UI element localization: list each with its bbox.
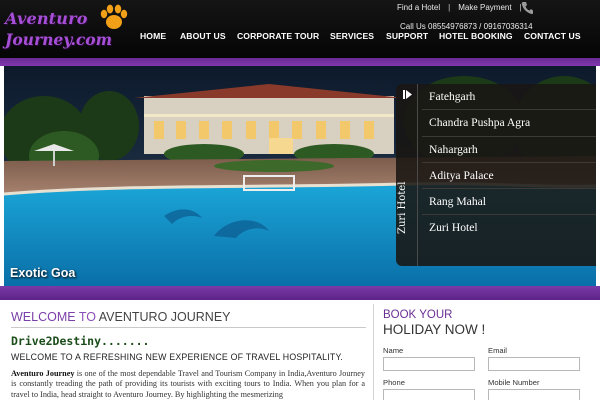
nav-corporate-tour[interactable]: CORPORATE TOUR bbox=[237, 31, 319, 41]
column-divider bbox=[373, 304, 374, 400]
top-links: Find a Hotel | Make Payment | bbox=[397, 3, 530, 15]
logo-text-line2: Journey.com bbox=[5, 30, 113, 49]
nav-about-us[interactable]: ABOUT US bbox=[180, 31, 226, 41]
nav-services[interactable]: SERVICES bbox=[330, 31, 374, 41]
name-label: Name bbox=[383, 346, 404, 355]
email-input[interactable] bbox=[488, 357, 580, 371]
site-header: Aventuro Journey.com Find a Hotel | Make P… bbox=[0, 0, 600, 58]
nav-hotel-booking[interactable]: HOTEL BOOKING bbox=[439, 31, 513, 41]
site-logo[interactable]: Aventuro Journey.com bbox=[5, 3, 130, 55]
header-accent-band bbox=[0, 58, 600, 66]
tagline: Drive2Destiny....... bbox=[11, 334, 150, 348]
welcome-heading: WELCOME TO AVENTURO JOURNEY bbox=[11, 310, 231, 324]
hotel-list-panel: Zuri Hotel Fatehgarh Chandra Pushpa Agra… bbox=[396, 84, 596, 266]
contact-phone-numbers: Call Us 08554976873 / 09167036314 bbox=[400, 22, 533, 31]
hotel-list: Fatehgarh Chandra Pushpa Agra Nahargarh … bbox=[422, 84, 596, 242]
booking-title-line2: HOLIDAY NOW ! bbox=[383, 322, 486, 337]
nav-home[interactable]: HOME bbox=[140, 31, 166, 41]
mobile-input[interactable] bbox=[488, 389, 580, 400]
welcome-subheading: WELCOME TO A REFRESHING NEW EXPERIENCE O… bbox=[11, 352, 344, 362]
welcome-heading-prefix: WELCOME bbox=[11, 310, 79, 324]
hero-accent-band bbox=[0, 286, 600, 300]
phone-icon bbox=[521, 2, 533, 15]
panel-active-hotel-title: Zuri Hotel bbox=[397, 181, 408, 234]
hero-slider: Zuri Hotel Fatehgarh Chandra Pushpa Agra… bbox=[4, 66, 596, 286]
link-separator: | bbox=[448, 3, 451, 12]
booking-title-line1: BOOK YOUR bbox=[383, 309, 453, 321]
phone-input[interactable] bbox=[383, 389, 475, 400]
make-payment-link[interactable]: Make Payment bbox=[458, 3, 511, 12]
hotel-item-fatehgarh[interactable]: Fatehgarh bbox=[422, 84, 596, 111]
mobile-label: Mobile Number bbox=[488, 378, 540, 387]
find-hotel-link[interactable]: Find a Hotel bbox=[397, 3, 440, 12]
phone-label: Phone bbox=[383, 378, 405, 387]
hotel-item-rang-mahal[interactable]: Rang Mahal bbox=[422, 189, 596, 216]
logo-text-line1: Aventuro bbox=[5, 9, 88, 28]
hero-caption: Exotic Goa bbox=[10, 266, 76, 280]
hotel-item-zuri-hotel[interactable]: Zuri Hotel bbox=[422, 215, 596, 241]
paw-icon bbox=[100, 4, 128, 29]
section-divider bbox=[11, 327, 366, 328]
play-arrow-icon[interactable] bbox=[403, 90, 412, 99]
hotel-item-nahargarh[interactable]: Nahargarh bbox=[422, 137, 596, 163]
name-input[interactable] bbox=[383, 357, 475, 371]
panel-tab[interactable]: Zuri Hotel bbox=[396, 84, 418, 266]
nav-support[interactable]: SUPPORT bbox=[386, 31, 428, 41]
email-label: Email bbox=[488, 346, 507, 355]
hotel-item-chandra-pushpa-agra[interactable]: Chandra Pushpa Agra bbox=[422, 110, 596, 137]
hotel-item-aditya-palace[interactable]: Aditya Palace bbox=[422, 163, 596, 190]
welcome-heading-to: TO bbox=[78, 310, 99, 324]
intro-paragraph-brand: Aventuro Journey bbox=[11, 369, 75, 378]
nav-contact-us[interactable]: CONTACT US bbox=[524, 31, 581, 41]
welcome-heading-brand: AVENTURO JOURNEY bbox=[98, 310, 231, 324]
intro-paragraph: Aventuro Journey is one of the most depe… bbox=[11, 369, 365, 400]
